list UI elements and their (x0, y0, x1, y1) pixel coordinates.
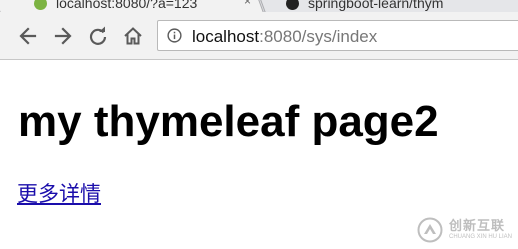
close-tab-icon[interactable]: × (244, 0, 251, 8)
tab-springboot-content: springboot-learn/thym (286, 0, 518, 12)
info-icon[interactable] (167, 28, 182, 43)
home-button[interactable] (122, 25, 144, 47)
watermark: 创新互联 CHUANG XIN HU LIAN (417, 210, 518, 249)
tab-title: springboot-learn/thym (308, 0, 444, 11)
reload-icon (89, 26, 107, 45)
tab-title: localhost:8080/?a=123 (56, 0, 198, 11)
tab-localhost-content: localhost:8080/?a=123 (34, 0, 244, 12)
watermark-text: 创新互联 CHUANG XIN HU LIAN (449, 218, 512, 241)
reload-button[interactable] (87, 25, 109, 47)
back-button[interactable] (17, 25, 39, 47)
tab-strip: localhost:8080/?a=123 × springboot-learn… (0, 0, 518, 12)
watermark-title: 创新互联 (449, 218, 506, 233)
leaf-favicon-icon (34, 0, 47, 10)
github-favicon-icon (286, 0, 299, 10)
brand-logo-icon (417, 217, 443, 242)
watermark-subtitle: CHUANG XIN HU LIAN (449, 234, 513, 240)
url-text[interactable]: localhost:8080/sys/index (192, 27, 377, 46)
address-bar[interactable]: localhost:8080/sys/index (157, 20, 518, 51)
forward-arrow-icon (54, 27, 72, 45)
url-host: localhost (192, 27, 260, 46)
browser-toolbar: localhost:8080/sys/index (0, 12, 518, 60)
home-icon (124, 27, 142, 45)
page-heading: my thymeleaf page2 (18, 97, 439, 146)
back-arrow-icon (19, 27, 37, 45)
more-details-link[interactable]: 更多详情 (17, 182, 101, 208)
forward-button[interactable] (52, 25, 74, 47)
url-path: :8080/sys/index (259, 27, 378, 46)
